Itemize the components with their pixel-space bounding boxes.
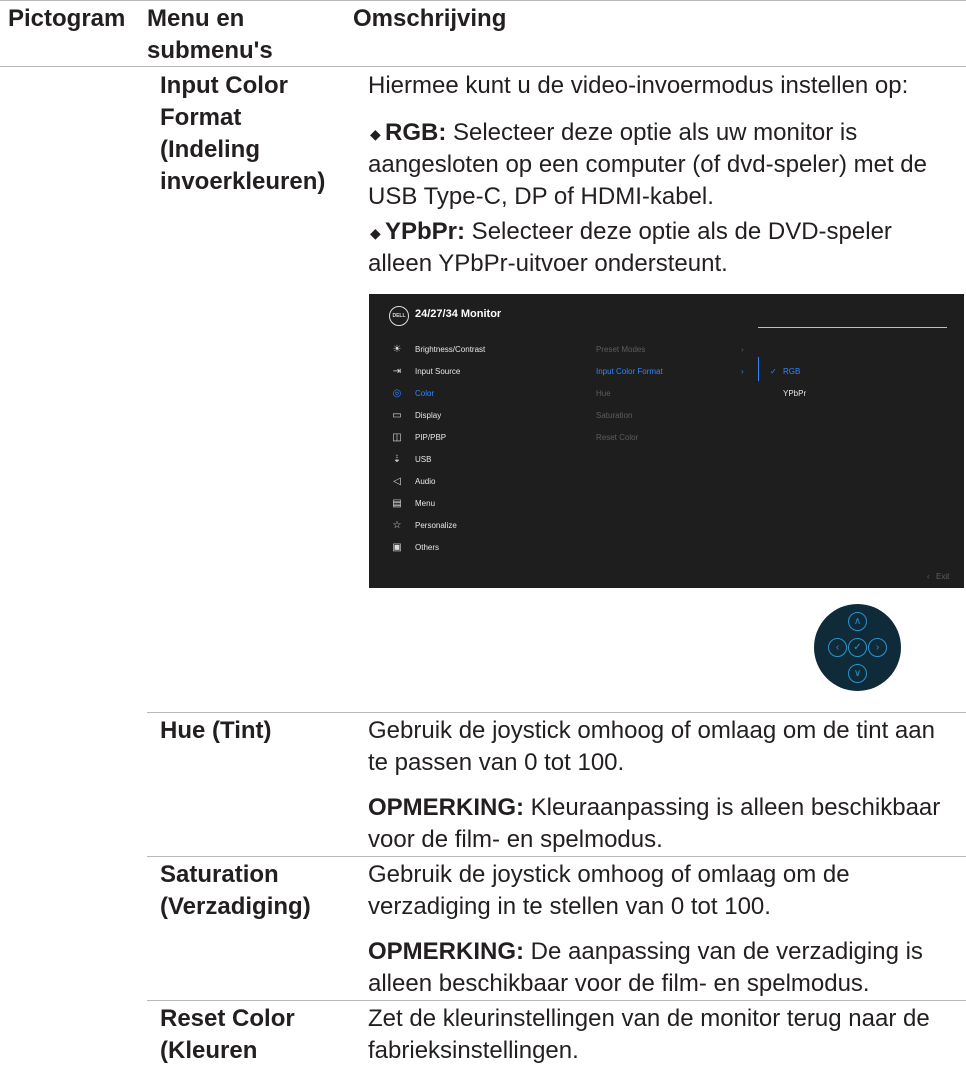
header-description: Omschrijving bbox=[353, 5, 507, 32]
table-top-border bbox=[0, 0, 966, 1]
others-icon: ▣ bbox=[392, 542, 402, 553]
ypbpr-line1: YPbPr: Selecteer deze optie als de DVD-s… bbox=[385, 218, 892, 245]
audio-icon: ◁ bbox=[393, 476, 401, 487]
header-menu-line2: submenu's bbox=[147, 37, 273, 64]
osd-option: YPbPr bbox=[783, 389, 807, 398]
osd-submenu-item-selected: Input Color Format bbox=[596, 367, 663, 376]
usb-icon: ⇣ bbox=[392, 454, 402, 465]
menu-input-color-line3: (Indeling bbox=[160, 136, 260, 163]
menu-input-color-line2: Format bbox=[160, 104, 242, 131]
hue-line1: Gebruik de joystick omhoog of omlaag om … bbox=[368, 717, 935, 744]
osd-separator bbox=[758, 327, 947, 328]
chevron-right-icon: › bbox=[868, 638, 887, 657]
rgb-line1: RGB: Selecteer deze optie als uw monitor… bbox=[385, 119, 858, 146]
hue-line2: te passen van 0 tot 100. bbox=[368, 749, 625, 776]
header-menu-line1: Menu en bbox=[147, 5, 245, 32]
reset-color-line2: fabrieksinstellingen. bbox=[368, 1037, 579, 1064]
rgb-line3: USB Type-C, DP of HDMI-kabel. bbox=[368, 183, 714, 210]
menu-saturation-line1: Saturation bbox=[160, 861, 279, 888]
dell-logo: DELL bbox=[389, 306, 409, 326]
menu-input-color-line1: Input Color bbox=[160, 72, 288, 99]
osd-title: 24/27/34 Monitor bbox=[415, 308, 502, 320]
pip-icon: ◫ bbox=[392, 432, 402, 443]
menu-input-color-line4: invoerkleuren) bbox=[160, 168, 326, 195]
osd-selection-bar bbox=[758, 357, 759, 381]
saturation-note-line2: alleen beschikbaar voor de film- en spel… bbox=[368, 970, 870, 997]
joystick-graphic: ∧ ‹ ✓ › ∨ bbox=[814, 604, 901, 691]
osd-menu-item-selected: Color bbox=[415, 389, 435, 398]
bullet-icon: ◆ bbox=[370, 225, 381, 241]
menu-reset-color-line2: (Kleuren bbox=[160, 1037, 258, 1064]
hue-note-line2: voor de film- en spelmodus. bbox=[368, 826, 663, 853]
osd-option-selected: RGB bbox=[783, 367, 801, 376]
row-divider bbox=[147, 1000, 966, 1001]
chevron-up-icon: ∧ bbox=[848, 612, 867, 631]
menu-icon: ▤ bbox=[392, 498, 402, 509]
osd-menu-item: Display bbox=[415, 411, 442, 420]
osd-submenu-item: Hue bbox=[596, 389, 611, 398]
header-bottom-border bbox=[0, 66, 966, 67]
color-palette-icon: ◎ bbox=[392, 388, 402, 399]
osd-menu-item: Menu bbox=[415, 499, 436, 508]
row-divider bbox=[147, 712, 966, 713]
ypbpr-line2: alleen YPbPr-uitvoer ondersteunt. bbox=[368, 250, 728, 277]
osd-menu-item: USB bbox=[415, 455, 432, 464]
osd-submenu-item: Reset Color bbox=[596, 433, 639, 442]
osd-menu-item: Others bbox=[415, 543, 440, 552]
saturation-line1: Gebruik de joystick omhoog of omlaag om … bbox=[368, 861, 850, 888]
chevron-left-icon: ‹ bbox=[828, 638, 847, 657]
osd-menu-item: Brightness/Contrast bbox=[415, 345, 486, 354]
display-icon: ▭ bbox=[392, 410, 402, 421]
reset-color-line1: Zet de kleurinstellingen van de monitor … bbox=[368, 1005, 930, 1032]
check-icon: ✓ bbox=[848, 638, 867, 657]
input-color-intro: Hiermee kunt u de video-invoermodus inst… bbox=[368, 72, 909, 99]
sun-icon: ☀ bbox=[392, 344, 402, 355]
osd-menu-item: Input Source bbox=[415, 367, 461, 376]
chevron-down-icon: ∨ bbox=[848, 664, 867, 683]
menu-reset-color-line1: Reset Color bbox=[160, 1005, 295, 1032]
osd-screenshot: DELL 24/27/34 Monitor ☀ Brightness/Contr… bbox=[369, 294, 964, 588]
osd-exit: Exit bbox=[936, 572, 950, 581]
saturation-note-line1: OPMERKING: De aanpassing van de verzadig… bbox=[368, 938, 923, 965]
bullet-icon: ◆ bbox=[370, 126, 381, 142]
header-pictogram: Pictogram bbox=[8, 5, 126, 32]
chevron-left-icon: ‹ bbox=[927, 572, 930, 581]
star-icon: ☆ bbox=[392, 520, 402, 531]
osd-menu-item: Personalize bbox=[415, 521, 457, 530]
osd-menu-item: Audio bbox=[415, 477, 436, 486]
osd-menu-item: PIP/PBP bbox=[415, 433, 447, 442]
rgb-line2: aangesloten op een computer (of dvd-spel… bbox=[368, 151, 927, 178]
input-icon: ⇥ bbox=[392, 366, 402, 377]
chevron-right-icon: › bbox=[741, 367, 744, 376]
menu-saturation-line2: (Verzadiging) bbox=[160, 893, 311, 920]
chevron-right-icon: › bbox=[741, 345, 744, 354]
menu-hue: Hue (Tint) bbox=[160, 717, 272, 744]
check-icon: ✓ bbox=[770, 367, 777, 376]
hue-note-line1: OPMERKING: Kleuraanpassing is alleen bes… bbox=[368, 794, 941, 821]
saturation-line2: verzadiging in te stellen van 0 tot 100. bbox=[368, 893, 771, 920]
osd-submenu-item: Saturation bbox=[596, 411, 633, 420]
osd-submenu-item: Preset Modes bbox=[596, 345, 646, 354]
row-divider bbox=[147, 856, 966, 857]
